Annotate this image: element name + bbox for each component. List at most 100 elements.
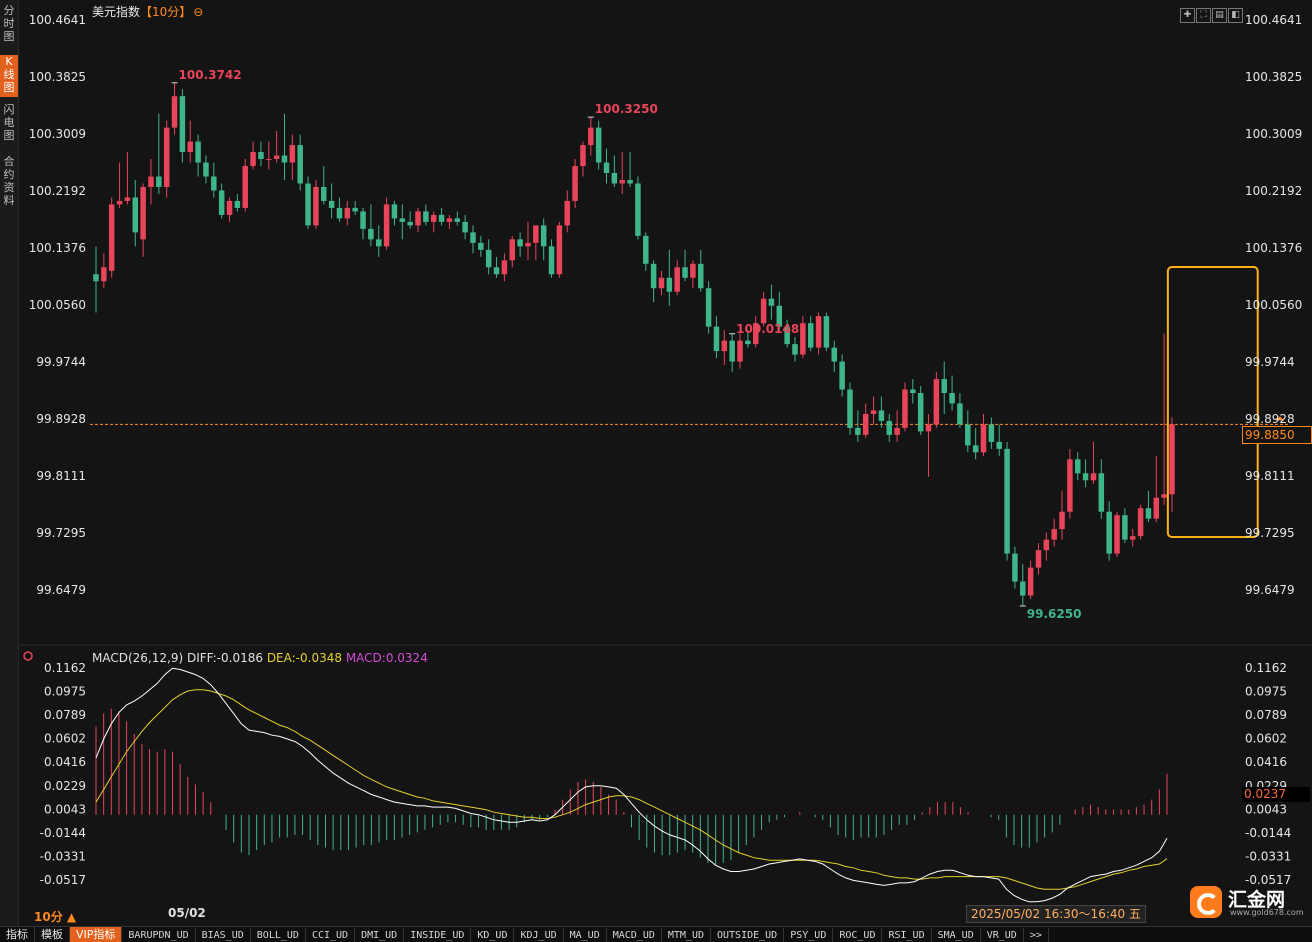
indicator-tab[interactable]: DMI_UD — [355, 928, 405, 942]
candle-body — [1035, 550, 1042, 568]
candle-body — [564, 200, 570, 226]
indicator-tab[interactable]: ROC_UD — [833, 928, 883, 942]
tab-contract-info[interactable]: 合约资料 — [0, 155, 18, 211]
candle-body — [438, 214, 445, 222]
tab-kline[interactable]: K线图 — [0, 55, 18, 97]
price-tick-right: 100.2192 — [1245, 184, 1302, 198]
macd-tick-left: 0.0043 — [44, 802, 86, 816]
candle-body — [713, 326, 720, 352]
candle-body — [1114, 515, 1120, 554]
indicator-tab[interactable]: BARUPDN_UD — [122, 928, 196, 942]
brand-logo: 汇金网 www.gold678.com — [1188, 884, 1304, 918]
candle-body — [674, 267, 680, 292]
candle-body — [698, 263, 704, 289]
macd-hist-value: MACD:0.0324 — [345, 651, 428, 665]
macd-params[interactable]: MACD(26,12,9) — [92, 651, 183, 665]
candle-body — [328, 200, 335, 208]
candle-body — [289, 145, 296, 163]
tab-time-sharing[interactable]: 分时图 — [0, 4, 18, 44]
macd-tick-left: 0.0602 — [44, 732, 86, 746]
candle-body — [917, 392, 924, 432]
indicator-tab[interactable]: OUTSIDE_UD — [711, 928, 785, 942]
indicator-tab[interactable]: MTM_UD — [662, 928, 711, 942]
candle-body — [760, 298, 767, 324]
candle-body — [1020, 581, 1026, 596]
price-tick-left: 100.1376 — [29, 241, 86, 255]
candle-body — [501, 260, 508, 275]
price-tick-right: 100.4641 — [1245, 13, 1302, 27]
candle-body — [588, 127, 594, 146]
last-high-annotation: 100.0148 — [736, 322, 799, 336]
indicator-tab[interactable]: KD_UD — [471, 928, 515, 942]
candle-body — [533, 225, 539, 243]
candle-body — [941, 379, 947, 393]
settings-icon[interactable]: ⊖ — [193, 5, 203, 19]
candle-body — [595, 127, 602, 163]
period-selector[interactable]: 10分 ▲ — [34, 908, 76, 925]
candle-body — [391, 204, 398, 219]
candle-body — [1012, 553, 1018, 582]
price-tick-left: 100.2192 — [29, 184, 86, 198]
candle-body — [831, 347, 838, 362]
macd-title: MACD(26,12,9) DIFF:-0.0186 DEA:-0.0348 M… — [92, 651, 428, 665]
fullscreen-icon[interactable]: ⛶ — [1196, 8, 1211, 23]
candle-body — [745, 340, 751, 345]
candle-body — [266, 159, 272, 161]
indicator-tab[interactable]: PSY_UD — [784, 928, 834, 942]
candle-body — [839, 361, 845, 390]
macd-tick-right: -0.0331 — [1245, 850, 1291, 864]
candle-body — [894, 427, 900, 435]
indicator-tab[interactable]: MACD_UD — [607, 928, 662, 942]
candle-body — [886, 420, 893, 435]
indicator-tab[interactable]: CCI_UD — [306, 928, 356, 942]
candle-body — [690, 263, 696, 278]
indicator-tab[interactable]: INSIDE_UD — [404, 928, 472, 942]
macd-tick-right: 0.0416 — [1245, 755, 1287, 769]
indicator-tab[interactable]: VR_UD — [981, 928, 1024, 942]
indicator-tab[interactable]: VIP指标 — [70, 927, 123, 942]
candle-body — [1090, 473, 1097, 481]
macd-diff-value: DIFF:-0.0186 — [186, 651, 263, 665]
macd-tick-right: 0.0043 — [1245, 802, 1287, 816]
price-tick-right: 99.6479 — [1245, 583, 1295, 597]
candle-body — [768, 298, 775, 306]
candle-body — [218, 190, 225, 215]
indicator-tab[interactable]: KDJ_UD — [514, 928, 564, 942]
data-window-icon[interactable]: ▤ — [1212, 8, 1227, 23]
indicator-tab[interactable]: MA_UD — [564, 928, 607, 942]
candle-body — [548, 246, 555, 275]
indicator-tab-bar: 指标 模板 VIP指标 BARUPDN_UD BIAS_UD BOLL_UD CCI_UD D… — [0, 926, 1312, 942]
price-tick-right: 100.0560 — [1245, 298, 1302, 312]
indicator-tab[interactable]: 模板 — [35, 927, 70, 942]
candle-body — [430, 214, 437, 222]
price-tick-right: 100.3825 — [1245, 70, 1302, 84]
candle-body — [635, 183, 641, 236]
indicator-tab[interactable]: BIAS_UD — [196, 928, 251, 942]
chart-area[interactable]: 100.3742 100.3250 99.6250 100.0148 100.4641 1… — [19, 0, 1312, 926]
candle-body — [1067, 459, 1073, 512]
chart-canvas[interactable]: 100.3742 100.3250 99.6250 100.0148 100.4641 1… — [19, 0, 1312, 926]
candle-body — [203, 162, 209, 177]
indicator-tab[interactable]: RSI_UD — [882, 928, 932, 942]
candle-body — [870, 410, 877, 414]
indicator-tab[interactable]: SMA_UD — [932, 928, 981, 942]
tab-flash-chart[interactable]: 闪电图 — [0, 103, 18, 145]
candle-body — [470, 232, 476, 243]
price-tick-right: 99.9744 — [1245, 355, 1295, 369]
indicator-tab[interactable]: >> — [1024, 928, 1049, 942]
indicator-tab[interactable]: 指标 — [0, 927, 35, 942]
candle-body — [399, 218, 406, 222]
candle-body — [540, 225, 547, 247]
candle-body — [878, 410, 885, 421]
candle-body — [124, 197, 131, 201]
candle-body — [281, 155, 288, 163]
macd-tick-left: 0.0229 — [44, 779, 86, 793]
candle-body — [156, 176, 162, 187]
candle-body — [619, 179, 625, 184]
crosshair-icon[interactable]: ✚ — [1180, 8, 1195, 23]
period-label[interactable]: 【10分】 — [140, 5, 191, 19]
price-tick-left: 100.3009 — [29, 127, 86, 141]
instrument-name: 美元指数 — [92, 5, 141, 19]
indicator-tab[interactable]: BOLL_UD — [251, 928, 306, 942]
layout-icon[interactable]: ◧ — [1228, 8, 1243, 23]
